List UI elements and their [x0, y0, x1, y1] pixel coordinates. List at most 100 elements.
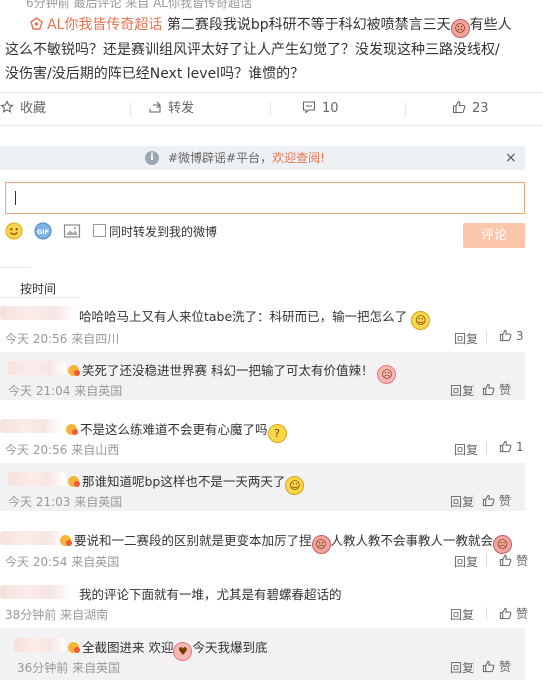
- comment-text: 要说和一二赛段的区别就是更变本加厉了捏 ☹ 人教人教不会事教人一教就会 ☹: [60, 530, 513, 554]
- reply-button[interactable]: 回复: [450, 659, 474, 676]
- thinking-emoji-icon: ?: [267, 424, 287, 443]
- comment-like-button[interactable]: 1: [499, 440, 524, 454]
- angry-face-emoji-icon: ☹: [311, 535, 331, 554]
- comment-icon: [302, 95, 316, 114]
- angry-face-emoji-icon: ☹: [450, 19, 470, 38]
- comment-like-button[interactable]: 赞: [482, 381, 511, 398]
- reply-block: 全截图进来 欢迎 ♥ 今天我爆到底 36分钟前 来自英国 回复 赞: [0, 628, 525, 680]
- blurred-username: [8, 472, 66, 486]
- comment-meta: 今天 21:04 来自英国: [8, 384, 123, 398]
- smile-icon[interactable]: [5, 222, 23, 240]
- blurred-username: [0, 585, 72, 599]
- comment-meta: 今天 20:54 来自英国: [5, 555, 120, 569]
- thumbs-up-icon: [482, 660, 495, 673]
- blurred-username: [0, 419, 62, 433]
- fan-badge-icon: [66, 424, 78, 435]
- thumbs-up-icon: [499, 554, 512, 567]
- comment-text: 不是这么练难道不会更有心魔了吗?: [66, 419, 287, 443]
- shy-smile-emoji-icon: ☺: [285, 476, 305, 495]
- supertopic-icon: [30, 15, 43, 30]
- image-icon[interactable]: [63, 222, 81, 240]
- reply-button[interactable]: 回复: [454, 553, 478, 570]
- reply-button[interactable]: 回复: [454, 330, 478, 347]
- fan-badge-icon: [60, 535, 72, 546]
- blurred-username: [14, 638, 66, 652]
- divider: [405, 102, 406, 116]
- submit-comment-button[interactable]: 评论: [463, 223, 525, 248]
- divider: [0, 267, 30, 268]
- post-line-1: 第二赛段我说bp科研不等于科幻被喷禁言三天: [166, 17, 451, 33]
- sort-by-time[interactable]: 按时间: [20, 280, 56, 297]
- post-line-3: 没伤害/没后期的阵已经Next level吗？谁惯的？: [5, 66, 305, 82]
- svg-text:GIF: GIF: [37, 228, 49, 236]
- favorite-label: 收藏: [20, 101, 47, 116]
- comment-input[interactable]: [11, 183, 515, 213]
- notice-text: #微博辟谣#平台，: [168, 151, 273, 165]
- divider: [473, 494, 474, 506]
- thumbs-up-icon: [482, 383, 495, 396]
- comment-text: 那谁知道呢bp这样也不是一天两天了 ☺: [68, 471, 305, 495]
- comment-like-button[interactable]: 赞: [499, 605, 528, 622]
- post-action-bar: 收藏 转发 10 23: [0, 93, 543, 125]
- repost-icon: [148, 95, 162, 113]
- comment-meta: 今天 20:56 来自四川: [5, 332, 120, 346]
- fan-badge-icon: [68, 365, 80, 376]
- comment-meta: 38分钟前 来自湖南: [5, 608, 109, 622]
- post-meta: 6分钟前 最后评论 来自 AL你我皆传奇超话: [26, 0, 252, 10]
- comment-count: 10: [322, 101, 339, 116]
- text-caret: [15, 191, 16, 205]
- comment-input-box[interactable]: [5, 182, 525, 214]
- divider: [0, 125, 543, 126]
- comment-meta: 36分钟前 来自英国: [17, 661, 121, 675]
- repost-checkbox-label: 同时转发到我的微博: [109, 225, 218, 239]
- reply-button[interactable]: 回复: [450, 493, 474, 510]
- divider: [486, 607, 487, 619]
- comment-like-button[interactable]: 赞: [482, 492, 511, 509]
- post-line-1-tail: 有些人: [469, 17, 512, 33]
- divider: [486, 554, 487, 566]
- like-count: 23: [472, 101, 489, 116]
- comment-meta: 今天 20:56 来自山西: [5, 443, 120, 457]
- notice-link[interactable]: 欢迎查阅!: [272, 151, 325, 165]
- repost-button[interactable]: 转发: [148, 93, 194, 125]
- info-icon: i: [145, 151, 159, 165]
- comment-button[interactable]: 10: [302, 93, 339, 125]
- reply-button[interactable]: 回复: [454, 441, 478, 458]
- laughing-emoji-icon: ☺: [411, 311, 431, 330]
- reply-block: 那谁知道呢bp这样也不是一天两天了 ☺ 今天 21:03 来自英国 回复 赞: [0, 463, 525, 511]
- kiss-emoji-icon: ♥: [173, 642, 193, 661]
- close-icon[interactable]: ×: [505, 146, 517, 170]
- divider: [130, 102, 131, 116]
- fan-badge-icon: [68, 476, 80, 487]
- repost-label: 转发: [168, 101, 195, 116]
- comment-like-button[interactable]: 3: [499, 329, 524, 343]
- comment-like-button[interactable]: 赞: [482, 658, 511, 675]
- favorite-button[interactable]: 收藏: [0, 93, 46, 125]
- composer-toolbar: GIF 同时转发到我的微博: [5, 222, 245, 242]
- gif-icon[interactable]: GIF: [34, 222, 52, 240]
- comment-like-button[interactable]: 赞: [499, 552, 528, 569]
- angry-face-emoji-icon: ☹: [377, 365, 397, 384]
- supertopic-link[interactable]: AL你我皆传奇超话: [47, 17, 162, 33]
- thumbs-up-icon: [499, 607, 512, 620]
- repost-checkbox[interactable]: [93, 224, 106, 237]
- comment-text: 哈哈哈马上又有人来位tabe洗了：科研而已，输一把怎么了 ☺: [79, 306, 431, 330]
- comment-text: 笑死了还没稳进世界赛 科幻一把输了可太有价值辣！ ☹: [68, 360, 397, 384]
- reply-button[interactable]: 回复: [450, 382, 474, 399]
- thumbs-up-icon: [499, 440, 512, 453]
- thumbs-up-icon: [499, 329, 512, 342]
- like-button[interactable]: 23: [452, 93, 489, 125]
- rumor-notice-banner: i #微博辟谣#平台，欢迎查阅! ×: [0, 146, 525, 170]
- comment-text: 全截图进来 欢迎 ♥ 今天我爆到底: [68, 637, 268, 661]
- divider: [473, 660, 474, 672]
- thumbs-up-icon: [482, 494, 495, 507]
- comment-text: 我的评论下面就有一堆，尤其是有碧螺春超话的: [79, 587, 342, 602]
- post-line-2: 这么不敏锐吗？还是赛训组风评太好了让人产生幻觉了？没发现这种三路没线权/: [5, 42, 500, 58]
- divider: [486, 331, 487, 343]
- fan-badge-icon: [68, 642, 80, 653]
- thumbs-up-icon: [452, 95, 466, 114]
- divider: [473, 383, 474, 395]
- reply-button[interactable]: 回复: [450, 606, 474, 623]
- blurred-username: [8, 361, 66, 375]
- reply-block: 笑死了还没稳进世界赛 科幻一把输了可太有价值辣！ ☹ 今天 21:04 来自英国…: [0, 352, 525, 400]
